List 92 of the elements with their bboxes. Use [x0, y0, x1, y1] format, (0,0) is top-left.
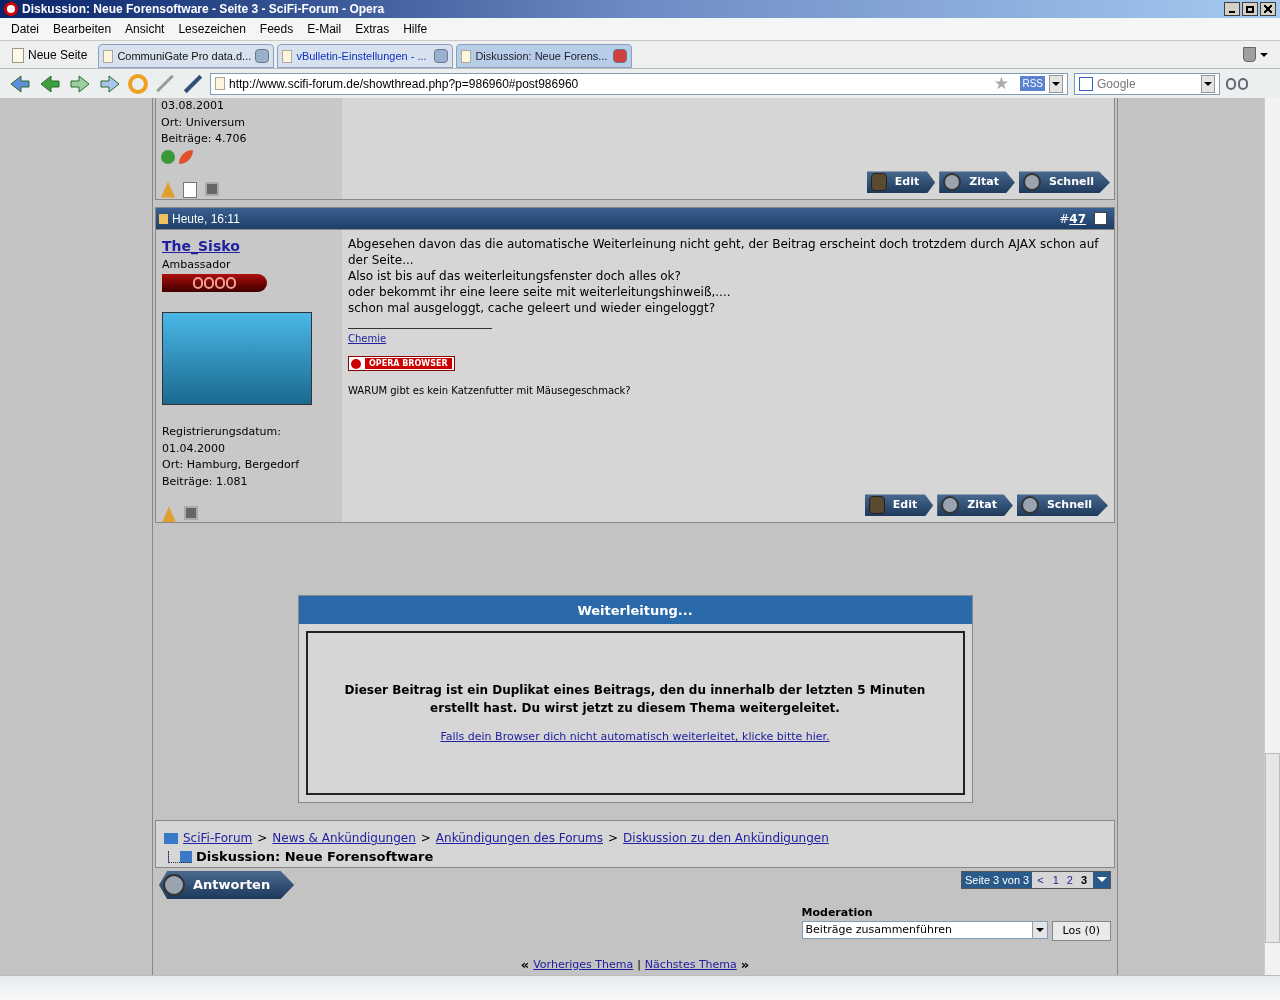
browser-tab[interactable]: CommuniGate Pro data.d...: [98, 44, 275, 68]
menu-item[interactable]: Datei: [4, 20, 46, 38]
window-title: Diskussion: Neue Forensoftware - Seite 3 - SciFi-Forum - Opera: [22, 1, 385, 18]
minimize-icon[interactable]: [1224, 2, 1240, 16]
post-checkbox[interactable]: [1094, 212, 1107, 226]
breadcrumb-link[interactable]: Diskussion zu den Ankündigungen: [623, 829, 829, 848]
new-page-icon: [12, 47, 24, 63]
breadcrumb-separator: >: [420, 830, 431, 848]
reply-button[interactable]: Antworten: [159, 871, 295, 899]
fast-forward-icon[interactable]: [98, 72, 122, 95]
user-detail: Ort: Hamburg, Bergedorf: [162, 457, 301, 474]
breadcrumb-link[interactable]: Ankündigungen des Forums: [435, 829, 603, 848]
post-action-button[interactable]: Zitat: [937, 494, 1013, 517]
message-text: Also ist bis auf das weiterleitungsfenster doch alles ok?: [348, 268, 682, 285]
right-quote-mark: »: [740, 956, 750, 975]
menu-item[interactable]: E-Mail: [300, 20, 349, 38]
menu-item[interactable]: Bearbeiten: [46, 20, 119, 38]
message-text: oder bekommt ihr eine leere seite mit weiterleitungshinweiß,....: [348, 284, 732, 301]
opera-logo-icon: [4, 2, 18, 16]
current-thread-title: Diskussion: Neue Forensoftware: [196, 848, 434, 867]
new-tab-button[interactable]: Neue Seite: [4, 42, 96, 68]
menu-item[interactable]: Feeds: [252, 20, 301, 38]
page-link[interactable]: 1: [1048, 871, 1063, 889]
browser-tab[interactable]: vBulletin-Einstellungen - ...: [277, 44, 454, 68]
opera-browser-badge: OPERA BROWSER: [348, 356, 455, 372]
username-link[interactable]: The_Sisko: [162, 236, 240, 258]
menu-item[interactable]: Hilfe: [396, 20, 435, 38]
menu-item[interactable]: Extras: [348, 20, 397, 38]
close-icon[interactable]: [1260, 2, 1276, 16]
scrollbar[interactable]: [1264, 98, 1280, 975]
message-text: schon mal ausgeloggt, cache geleert und wieder eingeloggt?: [348, 300, 716, 317]
page-link[interactable]: 2: [1062, 871, 1077, 889]
page-icon: [215, 77, 225, 90]
user-detail: 01.04.2000: [162, 441, 226, 457]
user-detail: Ort: Universum: [161, 114, 246, 131]
user-detail: Beiträge: 1.081: [162, 474, 249, 490]
rewind-icon[interactable]: [8, 72, 32, 95]
dropdown-arrow-icon[interactable]: [1260, 52, 1268, 57]
search-engine-icon: [1079, 76, 1093, 91]
search-field[interactable]: Google: [1074, 72, 1220, 95]
post-action-button[interactable]: Schnell: [1018, 171, 1110, 194]
user-detail: 03.08.2001: [161, 98, 225, 114]
glasses-icon[interactable]: [1226, 77, 1248, 90]
browser-tab[interactable]: Diskussion: Neue Forens...: [456, 44, 633, 68]
go-button[interactable]: Los (0): [1051, 921, 1111, 942]
folder-tree-icon: [168, 851, 192, 864]
next-thread-link[interactable]: Nächstes Thema: [644, 957, 737, 974]
moderation-select[interactable]: Beiträge zusammenführen: [801, 921, 1048, 940]
page-link[interactable]: 3: [1076, 871, 1091, 889]
user-rank: Ambassador: [162, 257, 232, 274]
folder-icon: [164, 833, 178, 844]
left-quote-mark: «: [520, 956, 530, 975]
breadcrumb-link[interactable]: SciFi-Forum: [183, 829, 253, 848]
signature-link[interactable]: Chemie: [348, 331, 387, 347]
feed-badge[interactable]: RSS: [1020, 76, 1045, 91]
link-separator: |: [637, 957, 641, 973]
signature-text: WARUM gibt es kein Katzenfutter mit Mäusegeschmack?: [348, 384, 632, 399]
page-icon: [461, 49, 472, 63]
user-detail: Beiträge: 4.706: [161, 131, 248, 147]
post-action-button[interactable]: Schnell: [1016, 494, 1108, 517]
post-number-label: #: [1059, 210, 1070, 228]
breadcrumb-separator: >: [608, 830, 619, 848]
page-count-label: Seite 3 von 3: [961, 872, 1033, 888]
restore-icon[interactable]: [1242, 2, 1258, 16]
post-action-button[interactable]: Zitat: [939, 171, 1015, 194]
previous-thread-link[interactable]: Vorheriges Thema: [533, 957, 634, 974]
page-icon: [103, 49, 114, 63]
post-icon: [159, 213, 168, 224]
post-action-button[interactable]: Edit: [864, 494, 934, 517]
post-number-link[interactable]: 47: [1069, 209, 1086, 228]
page-icon: [282, 49, 293, 63]
forward-icon[interactable]: [68, 72, 92, 95]
post-action-button[interactable]: Edit: [866, 171, 936, 194]
dialog-title: Weiterleitung...: [298, 596, 972, 625]
post-date: Heute, 16:11: [172, 210, 240, 228]
breadcrumb-separator: >: [257, 830, 268, 848]
redirect-link[interactable]: Falls dein Browser dich nicht automatisch weiterleitet, klicke bitte hier.: [440, 729, 830, 746]
search-input[interactable]: Google: [1097, 74, 1197, 93]
document-icon: [183, 181, 197, 198]
moderation-label: Moderation: [801, 905, 874, 921]
address-field[interactable]: http://www.scifi-forum.de/showthread.php?p=986960#post986960 RSS: [210, 72, 1068, 95]
tab-label: vBulletin-Einstellungen - ...: [296, 48, 428, 64]
back-icon[interactable]: [38, 72, 62, 95]
tab-label: CommuniGate Pro data.d...: [117, 48, 252, 64]
dialog-message: Dieser Beitrag ist ein Duplikat eines Beitrags, den du innerhalb der letzten 5 Minuten erstellt hast. Du wirst jetzt zu diesem Thema weitergeleitet.: [343, 682, 927, 718]
previous-page-link[interactable]: <: [1032, 871, 1049, 889]
message-text: Abgesehen davon das die automatische Weiterleinung nicht geht, der Beitrag erscheint doch trotzdem durch AJAX schon auf der Seite...: [348, 236, 1100, 269]
breadcrumb-link[interactable]: News & Ankündigungen: [272, 829, 416, 848]
user-detail: Registrierungsdatum:: [162, 424, 282, 441]
menu-item[interactable]: Lesezeichen: [171, 20, 253, 38]
tab-label: Diskussion: Neue Forens...: [475, 48, 609, 64]
menu-item[interactable]: Ansicht: [118, 20, 172, 38]
